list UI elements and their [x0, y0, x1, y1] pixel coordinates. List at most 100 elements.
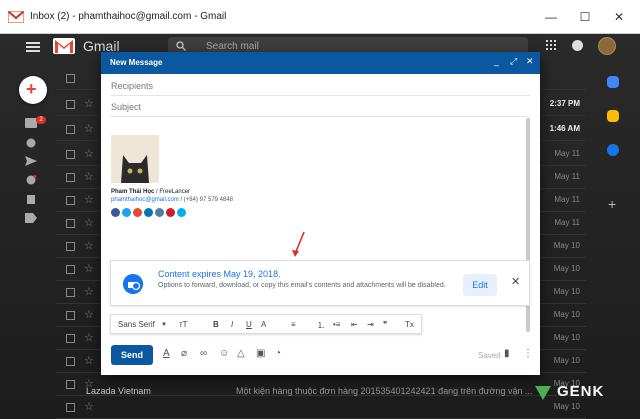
fullscreen-compose-button[interactable]: ⤢: [510, 56, 517, 67]
row-checkbox[interactable]: [66, 125, 75, 134]
mail-date: May 11: [554, 195, 580, 204]
font-size-button[interactable]: тT: [179, 320, 188, 329]
confidential-mode-icon[interactable]: ◔: [275, 348, 281, 359]
signature-email[interactable]: phamthaihoc@gmail.com: [111, 197, 179, 203]
signature-cat-photo: [111, 135, 159, 183]
search-icon: [176, 41, 186, 51]
maximize-button[interactable]: ☐: [568, 0, 602, 34]
compose-button[interactable]: +: [19, 76, 47, 104]
close-compose-button[interactable]: ✕: [526, 56, 534, 67]
star-icon[interactable]: ☆: [84, 122, 94, 135]
add-addon-icon[interactable]: +: [608, 196, 616, 212]
trash-icon[interactable]: [25, 194, 37, 204]
annotation-arrow-icon: [292, 231, 305, 257]
notifications-icon[interactable]: [572, 40, 583, 51]
font-family-select[interactable]: Sans Serif: [118, 320, 155, 329]
formatting-options-icon[interactable]: A: [163, 348, 170, 359]
remove-confidential-button[interactable]: ✕: [511, 275, 520, 288]
row-checkbox[interactable]: [66, 288, 75, 297]
mail-date: 2:37 PM: [549, 99, 580, 108]
row-checkbox[interactable]: [66, 242, 75, 251]
keep-icon[interactable]: [607, 110, 619, 122]
inbox-count-badge: 2: [36, 116, 46, 124]
drive-icon[interactable]: △: [237, 348, 245, 359]
mail-date: May 11: [554, 149, 580, 158]
subject-field[interactable]: Subject: [110, 97, 530, 117]
row-checkbox[interactable]: [66, 357, 75, 366]
google-plus-icon[interactable]: [133, 208, 142, 217]
insert-link-icon[interactable]: ∞: [200, 348, 207, 359]
bulleted-list-button[interactable]: •≡: [333, 320, 340, 329]
row-checkbox[interactable]: [66, 334, 75, 343]
star-icon[interactable]: ☆: [84, 331, 94, 344]
table-row[interactable]: ☆ May 10: [56, 397, 586, 419]
indent-less-button[interactable]: ⇤: [351, 320, 358, 329]
main-menu-icon[interactable]: [26, 42, 40, 52]
minimize-compose-button[interactable]: _: [494, 56, 499, 66]
star-icon[interactable]: ☆: [84, 170, 94, 183]
apps-grid-icon[interactable]: [546, 40, 556, 50]
signature-contact-line: phamthaihoc@gmail.com / (+84) 97 579 484…: [111, 197, 233, 203]
edit-confidential-button[interactable]: Edit: [463, 274, 497, 296]
recipients-field[interactable]: Recipients: [110, 76, 530, 96]
star-icon[interactable]: ☆: [84, 285, 94, 298]
more-options-icon[interactable]: ⋮: [523, 348, 533, 359]
recipients-placeholder: Recipients: [111, 81, 154, 91]
skype-icon[interactable]: [177, 208, 186, 217]
snoozed-clock-icon[interactable]: [25, 138, 37, 148]
signature-name-line: Pham Thái Học / FreeLancer: [111, 189, 190, 195]
calendar-icon[interactable]: [607, 76, 619, 88]
star-icon[interactable]: ☆: [84, 239, 94, 252]
mail-subject: Một kiện hàng thuộc đơn hàng 20153540124…: [236, 386, 533, 396]
linkedin-icon[interactable]: [144, 208, 153, 217]
label-icon[interactable]: [25, 213, 37, 223]
watermark-text: GENK: [557, 383, 605, 400]
tasks-icon[interactable]: [607, 144, 619, 156]
star-icon[interactable]: ☆: [84, 216, 94, 229]
star-icon[interactable]: ☆: [84, 308, 94, 321]
star-icon[interactable]: ☆: [84, 354, 94, 367]
twitter-icon[interactable]: [122, 208, 131, 217]
row-checkbox[interactable]: [66, 100, 75, 109]
pinterest-icon[interactable]: [166, 208, 175, 217]
bold-button[interactable]: B: [213, 320, 219, 329]
row-checkbox[interactable]: [66, 173, 75, 182]
indent-more-button[interactable]: ⇥: [367, 320, 374, 329]
emoji-icon[interactable]: ☺: [219, 348, 229, 359]
select-all-checkbox[interactable]: [66, 74, 75, 83]
formatting-toolbar: Sans Serif ▼ тT B I U A ≡ ⒈ •≡ ⇤ ⇥ ❞ Tx: [110, 314, 422, 334]
row-checkbox[interactable]: [66, 265, 75, 274]
italic-button[interactable]: I: [231, 320, 233, 329]
numbered-list-button[interactable]: ⒈: [317, 320, 325, 331]
attach-file-icon[interactable]: ⌀: [181, 348, 187, 359]
star-icon[interactable]: ☆: [84, 262, 94, 275]
star-icon[interactable]: ☆: [84, 147, 94, 160]
send-button[interactable]: Send: [111, 345, 153, 365]
row-checkbox[interactable]: [66, 311, 75, 320]
align-button[interactable]: ≡: [291, 320, 296, 329]
row-checkbox[interactable]: [66, 219, 75, 228]
instagram-icon[interactable]: [155, 208, 164, 217]
mail-date: May 10: [553, 287, 580, 296]
gmail-logo-icon: [53, 38, 75, 54]
star-icon[interactable]: ☆: [84, 193, 94, 206]
close-window-button[interactable]: ✕: [602, 0, 636, 34]
row-checkbox[interactable]: [66, 196, 75, 205]
row-checkbox[interactable]: [66, 150, 75, 159]
mail-date: May 10: [553, 402, 580, 411]
insert-photo-icon[interactable]: ▣: [256, 348, 265, 359]
table-row[interactable]: Lazada Vietnam Một kiện hàng thuộc đơn h…: [56, 384, 586, 400]
account-avatar[interactable]: [598, 37, 616, 55]
sent-icon[interactable]: [25, 156, 37, 166]
discard-draft-icon[interactable]: ▮: [504, 348, 510, 359]
clear-formatting-button[interactable]: Tx: [405, 320, 414, 329]
minimize-button[interactable]: —: [534, 0, 568, 34]
mail-date: 1:46 AM: [549, 124, 580, 133]
facebook-icon[interactable]: [111, 208, 120, 217]
text-color-button[interactable]: A: [261, 320, 266, 329]
quote-button[interactable]: ❞: [383, 320, 387, 329]
star-icon[interactable]: ☆: [84, 400, 94, 413]
underline-button[interactable]: U: [246, 320, 252, 329]
important-icon[interactable]: [25, 175, 37, 185]
star-icon[interactable]: ☆: [84, 97, 94, 110]
